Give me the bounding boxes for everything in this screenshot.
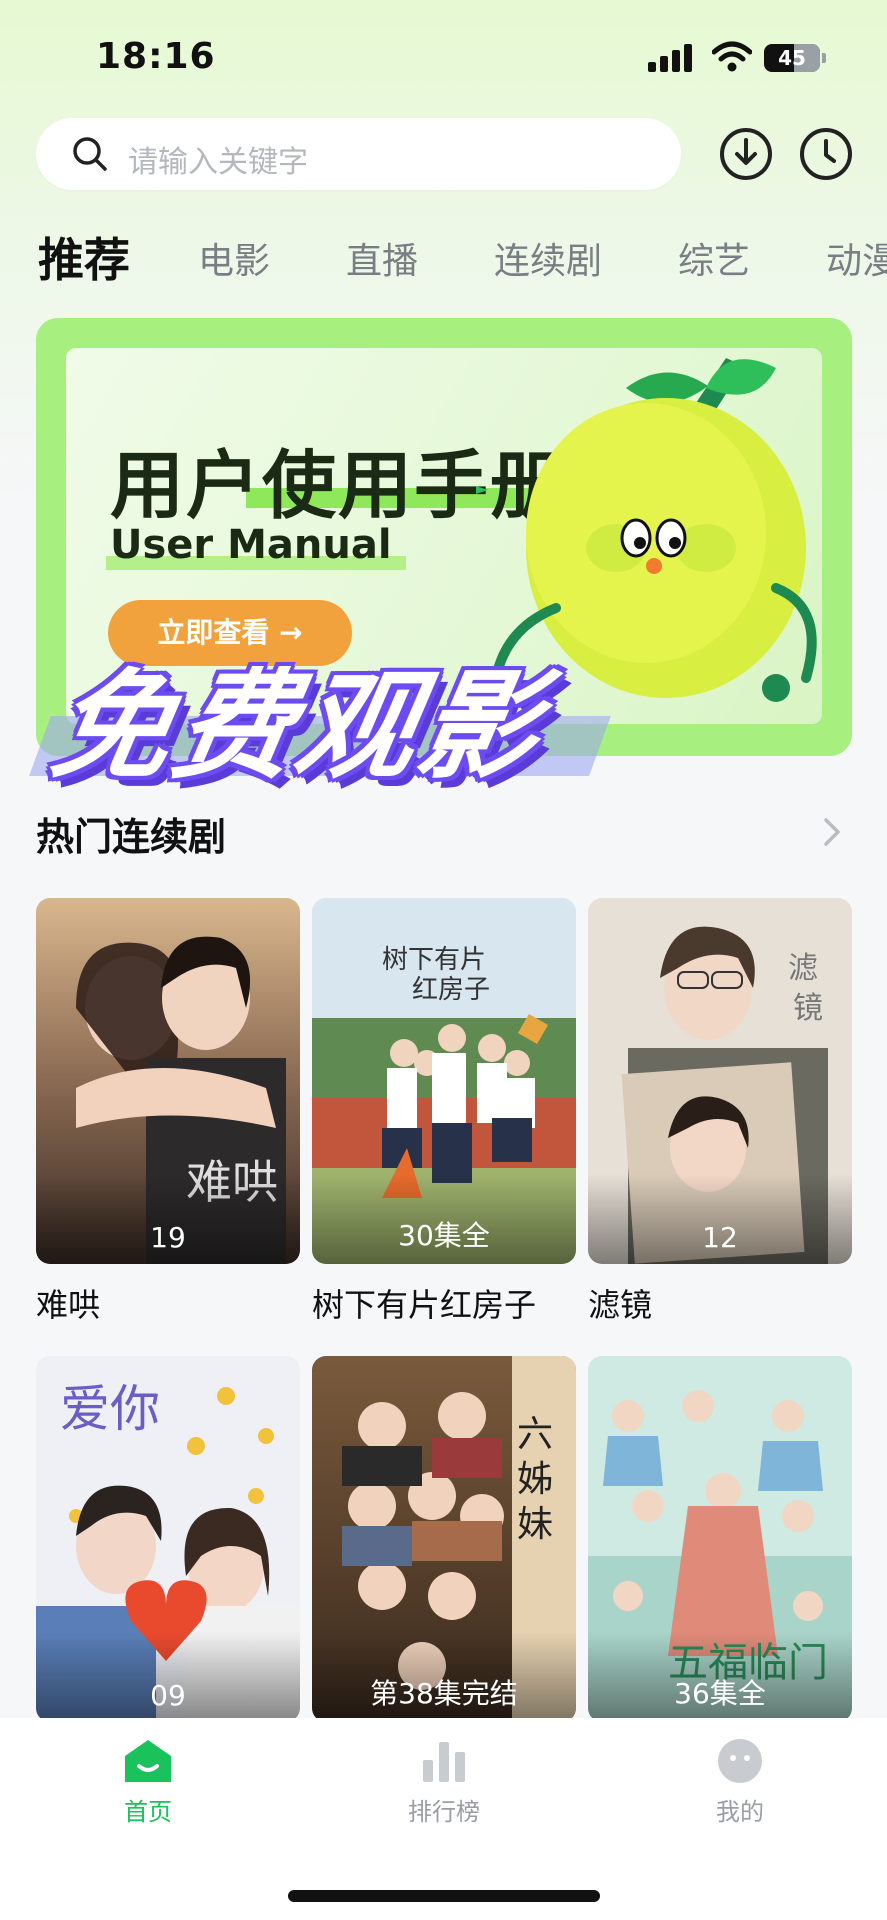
- download-icon[interactable]: [718, 126, 774, 182]
- drama-poster[interactable]: 五福临门 36集全: [588, 1356, 852, 1722]
- episode-badge: 36集全: [674, 1677, 766, 1710]
- battery-icon: 45: [764, 44, 820, 72]
- episode-badge: 30集全: [398, 1219, 490, 1252]
- search-input[interactable]: 请输入关键字: [36, 118, 681, 190]
- category-tabs: 推荐 电影 直播 连续剧 综艺 动漫: [0, 220, 887, 290]
- status-bar: 18:16 45: [0, 0, 887, 110]
- svg-text:树下有片: 树下有片: [382, 945, 486, 975]
- episode-badge: 09: [150, 1679, 186, 1712]
- banner-subtitle: User Manual: [110, 522, 392, 568]
- nav-ranking-label: 排行榜: [408, 1798, 480, 1826]
- free-watch-overlay-text: 免费观影: [41, 657, 555, 795]
- nav-profile-label: 我的: [716, 1798, 764, 1826]
- drama-title: 树下有片红房子: [312, 1286, 537, 1324]
- tab-anime[interactable]: 动漫: [826, 232, 887, 284]
- svg-text:六: 六: [517, 1414, 553, 1455]
- section-title: 热门连续剧: [36, 815, 227, 859]
- tab-series[interactable]: 连续剧: [494, 232, 602, 284]
- svg-text:妹: 妹: [517, 1504, 553, 1545]
- home-icon: [125, 1740, 171, 1782]
- svg-text:滤: 滤: [788, 951, 818, 986]
- profile-icon: [718, 1739, 762, 1783]
- drama-title: 滤镜: [588, 1286, 653, 1324]
- nav-home[interactable]: 首页: [48, 1738, 248, 1838]
- wifi-icon: [712, 41, 752, 72]
- drama-poster[interactable]: 难哄 19: [36, 898, 300, 1264]
- search-icon: [73, 137, 107, 171]
- ranking-icon: [423, 1742, 465, 1782]
- history-icon[interactable]: [798, 126, 854, 182]
- tab-variety[interactable]: 综艺: [678, 232, 750, 284]
- episode-badge: 19: [150, 1221, 186, 1254]
- drama-poster[interactable]: 树下有片 红房子 30集全: [312, 898, 576, 1264]
- home-indicator: [288, 1890, 600, 1902]
- nav-home-label: 首页: [124, 1798, 172, 1826]
- status-time: 18:16: [96, 36, 216, 77]
- episode-badge: 12: [702, 1221, 738, 1254]
- chevron-right-icon[interactable]: [818, 812, 846, 852]
- tab-recommend[interactable]: 推荐: [38, 224, 130, 290]
- svg-text:镜: 镜: [793, 991, 823, 1026]
- nav-ranking[interactable]: 排行榜: [344, 1738, 544, 1838]
- tab-movies[interactable]: 电影: [198, 232, 270, 284]
- svg-text:爱你: 爱你: [60, 1380, 160, 1438]
- episode-badge: 第38集完结: [370, 1677, 518, 1710]
- drama-poster[interactable]: 六 姊 妹 第38集完结: [312, 1356, 576, 1722]
- drama-title: 难哄: [36, 1286, 101, 1324]
- battery-tip: [822, 53, 826, 63]
- svg-text:红房子: 红房子: [412, 975, 490, 1005]
- tab-live[interactable]: 直播: [346, 232, 418, 284]
- battery-level: 45: [778, 46, 806, 70]
- drama-poster[interactable]: 滤 镜 12: [588, 898, 852, 1264]
- drama-poster[interactable]: 爱你 09: [36, 1356, 300, 1722]
- nav-profile[interactable]: 我的: [640, 1738, 840, 1838]
- signal-icon: [648, 44, 694, 72]
- search-placeholder: 请输入关键字: [128, 145, 308, 180]
- svg-text:姊: 姊: [517, 1459, 553, 1500]
